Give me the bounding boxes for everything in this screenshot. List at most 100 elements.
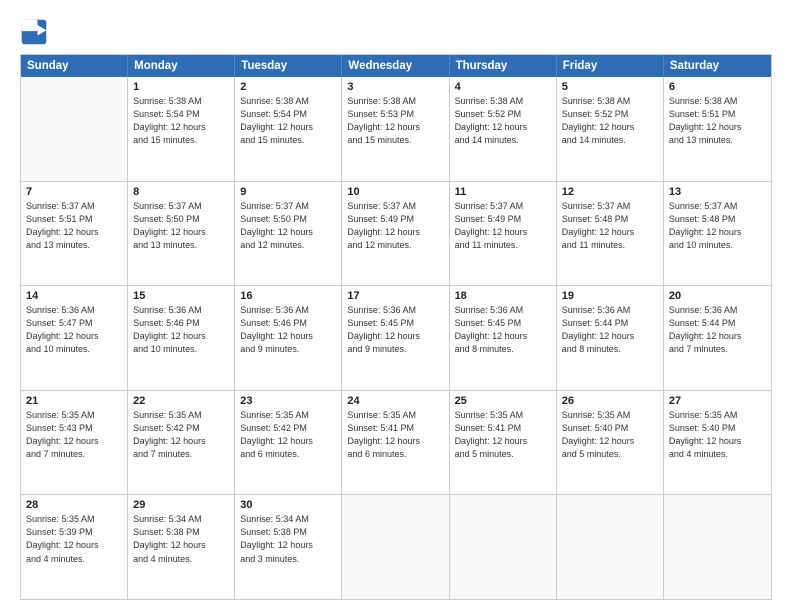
calendar-cell-30: 30Sunrise: 5:34 AMSunset: 5:38 PMDayligh… <box>235 495 342 599</box>
cell-info: Sunrise: 5:36 AMSunset: 5:46 PMDaylight:… <box>240 304 336 356</box>
calendar-cell-empty-0-0 <box>21 77 128 181</box>
calendar-cell-26: 26 Sunrise: 5:35 AMSunset: 5:40 PMDayligh… <box>557 391 664 495</box>
day-number: 28 <box>26 499 122 511</box>
day-number: 8 <box>133 186 229 198</box>
cell-info: Sunrise: 5:37 AMSunset: 5:51 PMDaylight:… <box>26 200 122 252</box>
calendar-row-2: 14 Sunrise: 5:36 AMSunset: 5:47 PMDayligh… <box>21 286 771 391</box>
cell-info: Sunrise: 5:37 AMSunset: 5:48 PMDaylight:… <box>669 200 766 252</box>
cell-info: Sunrise: 5:38 AMSunset: 5:54 PMDaylight:… <box>240 95 336 147</box>
day-number: 17 <box>347 290 443 302</box>
cell-info: Sunrise: 5:35 AMSunset: 5:39 PMDaylight:… <box>26 513 122 565</box>
cell-info: Sunrise: 5:35 AMSunset: 5:42 PMDaylight:… <box>133 409 229 461</box>
calendar-body: 1Sunrise: 5:38 AMSunset: 5:54 PMDaylight… <box>21 77 771 599</box>
calendar-row-1: 7 Sunrise: 5:37 AMSunset: 5:51 PMDaylight… <box>21 182 771 287</box>
calendar-cell-25: 25 Sunrise: 5:35 AMSunset: 5:41 PMDayligh… <box>450 391 557 495</box>
calendar-cell-16: 16 Sunrise: 5:36 AMSunset: 5:46 PMDayligh… <box>235 286 342 390</box>
calendar-cell-2: 2 Sunrise: 5:38 AMSunset: 5:54 PMDaylight… <box>235 77 342 181</box>
calendar-cell-27: 27 Sunrise: 5:35 AMSunset: 5:40 PMDayligh… <box>664 391 771 495</box>
cell-info: Sunrise: 5:35 AMSunset: 5:41 PMDaylight:… <box>347 409 443 461</box>
calendar-cell-9: 9 Sunrise: 5:37 AMSunset: 5:50 PMDaylight… <box>235 182 342 286</box>
header-day-friday: Friday <box>557 55 664 77</box>
calendar-cell-14: 14 Sunrise: 5:36 AMSunset: 5:47 PMDayligh… <box>21 286 128 390</box>
day-number: 10 <box>347 186 443 198</box>
cell-info: Sunrise: 5:35 AMSunset: 5:42 PMDaylight:… <box>240 409 336 461</box>
day-number: 6 <box>669 81 766 93</box>
cell-info: Sunrise: 5:38 AMSunset: 5:51 PMDaylight:… <box>669 95 766 147</box>
cell-info: Sunrise: 5:37 AMSunset: 5:50 PMDaylight:… <box>133 200 229 252</box>
cell-info: Sunrise: 5:37 AMSunset: 5:49 PMDaylight:… <box>347 200 443 252</box>
cell-info: Sunrise: 5:35 AMSunset: 5:43 PMDaylight:… <box>26 409 122 461</box>
day-number: 30 <box>240 499 336 511</box>
cell-info: Sunrise: 5:36 AMSunset: 5:47 PMDaylight:… <box>26 304 122 356</box>
calendar: SundayMondayTuesdayWednesdayThursdayFrid… <box>20 54 772 600</box>
calendar-cell-17: 17 Sunrise: 5:36 AMSunset: 5:45 PMDayligh… <box>342 286 449 390</box>
calendar-cell-empty-4-4 <box>450 495 557 599</box>
cell-info: Sunrise: 5:38 AMSunset: 5:53 PMDaylight:… <box>347 95 443 147</box>
calendar-cell-10: 10 Sunrise: 5:37 AMSunset: 5:49 PMDayligh… <box>342 182 449 286</box>
day-number: 15 <box>133 290 229 302</box>
day-number: 23 <box>240 395 336 407</box>
calendar-cell-empty-4-3 <box>342 495 449 599</box>
page: SundayMondayTuesdayWednesdayThursdayFrid… <box>0 0 792 612</box>
calendar-row-3: 21 Sunrise: 5:35 AMSunset: 5:43 PMDayligh… <box>21 391 771 496</box>
day-number: 9 <box>240 186 336 198</box>
header-day-saturday: Saturday <box>664 55 771 77</box>
calendar-row-0: 1Sunrise: 5:38 AMSunset: 5:54 PMDaylight… <box>21 77 771 182</box>
day-number: 5 <box>562 81 658 93</box>
logo-icon <box>20 18 48 46</box>
cell-info: Sunrise: 5:37 AMSunset: 5:50 PMDaylight:… <box>240 200 336 252</box>
day-number: 20 <box>669 290 766 302</box>
calendar-cell-23: 23 Sunrise: 5:35 AMSunset: 5:42 PMDayligh… <box>235 391 342 495</box>
cell-info: Sunrise: 5:36 AMSunset: 5:44 PMDaylight:… <box>562 304 658 356</box>
day-number: 25 <box>455 395 551 407</box>
cell-info: Sunrise: 5:38 AMSunset: 5:52 PMDaylight:… <box>562 95 658 147</box>
calendar-cell-24: 24 Sunrise: 5:35 AMSunset: 5:41 PMDayligh… <box>342 391 449 495</box>
cell-info: Sunrise: 5:38 AMSunset: 5:54 PMDaylight:… <box>133 95 229 147</box>
cell-info: Sunrise: 5:36 AMSunset: 5:45 PMDaylight:… <box>347 304 443 356</box>
calendar-cell-5: 5 Sunrise: 5:38 AMSunset: 5:52 PMDaylight… <box>557 77 664 181</box>
cell-info: Sunrise: 5:35 AMSunset: 5:40 PMDaylight:… <box>669 409 766 461</box>
day-number: 11 <box>455 186 551 198</box>
day-number: 3 <box>347 81 443 93</box>
header-day-wednesday: Wednesday <box>342 55 449 77</box>
calendar-cell-28: 28 Sunrise: 5:35 AMSunset: 5:39 PMDayligh… <box>21 495 128 599</box>
cell-info: Sunrise: 5:35 AMSunset: 5:40 PMDaylight:… <box>562 409 658 461</box>
calendar-row-4: 28 Sunrise: 5:35 AMSunset: 5:39 PMDayligh… <box>21 495 771 599</box>
calendar-cell-15: 15 Sunrise: 5:36 AMSunset: 5:46 PMDayligh… <box>128 286 235 390</box>
calendar-cell-12: 12 Sunrise: 5:37 AMSunset: 5:48 PMDayligh… <box>557 182 664 286</box>
cell-info: Sunrise: 5:36 AMSunset: 5:46 PMDaylight:… <box>133 304 229 356</box>
day-number: 16 <box>240 290 336 302</box>
cell-info: Sunrise: 5:37 AMSunset: 5:49 PMDaylight:… <box>455 200 551 252</box>
cell-info: Sunrise: 5:36 AMSunset: 5:44 PMDaylight:… <box>669 304 766 356</box>
calendar-cell-29: 29Sunrise: 5:34 AMSunset: 5:38 PMDayligh… <box>128 495 235 599</box>
cell-info: Sunrise: 5:36 AMSunset: 5:45 PMDaylight:… <box>455 304 551 356</box>
day-number: 27 <box>669 395 766 407</box>
calendar-cell-18: 18Sunrise: 5:36 AMSunset: 5:45 PMDayligh… <box>450 286 557 390</box>
day-number: 2 <box>240 81 336 93</box>
calendar-cell-20: 20 Sunrise: 5:36 AMSunset: 5:44 PMDayligh… <box>664 286 771 390</box>
day-number: 19 <box>562 290 658 302</box>
day-number: 24 <box>347 395 443 407</box>
day-number: 21 <box>26 395 122 407</box>
calendar-cell-19: 19 Sunrise: 5:36 AMSunset: 5:44 PMDayligh… <box>557 286 664 390</box>
day-number: 26 <box>562 395 658 407</box>
day-number: 7 <box>26 186 122 198</box>
cell-info: Sunrise: 5:35 AMSunset: 5:41 PMDaylight:… <box>455 409 551 461</box>
header-day-monday: Monday <box>128 55 235 77</box>
day-number: 22 <box>133 395 229 407</box>
calendar-cell-22: 22 Sunrise: 5:35 AMSunset: 5:42 PMDayligh… <box>128 391 235 495</box>
calendar-cell-8: 8 Sunrise: 5:37 AMSunset: 5:50 PMDaylight… <box>128 182 235 286</box>
calendar-cell-3: 3 Sunrise: 5:38 AMSunset: 5:53 PMDaylight… <box>342 77 449 181</box>
calendar-cell-13: 13 Sunrise: 5:37 AMSunset: 5:48 PMDayligh… <box>664 182 771 286</box>
day-number: 12 <box>562 186 658 198</box>
calendar-cell-11: 11 Sunrise: 5:37 AMSunset: 5:49 PMDayligh… <box>450 182 557 286</box>
calendar-cell-empty-4-6 <box>664 495 771 599</box>
calendar-cell-21: 21 Sunrise: 5:35 AMSunset: 5:43 PMDayligh… <box>21 391 128 495</box>
day-number: 4 <box>455 81 551 93</box>
calendar-cell-6: 6 Sunrise: 5:38 AMSunset: 5:51 PMDaylight… <box>664 77 771 181</box>
cell-info: Sunrise: 5:37 AMSunset: 5:48 PMDaylight:… <box>562 200 658 252</box>
calendar-cell-empty-4-5 <box>557 495 664 599</box>
calendar-header: SundayMondayTuesdayWednesdayThursdayFrid… <box>21 55 771 77</box>
day-number: 13 <box>669 186 766 198</box>
day-number: 14 <box>26 290 122 302</box>
